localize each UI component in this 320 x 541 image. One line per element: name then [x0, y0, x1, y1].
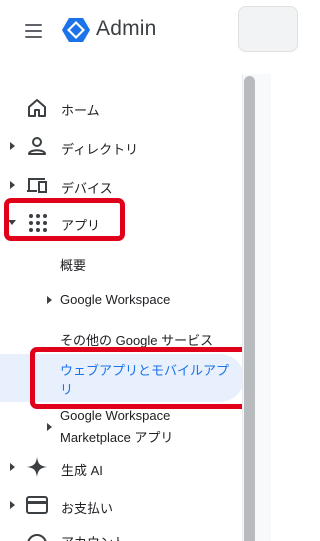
devices-icon — [27, 178, 47, 193]
scrollbar-thumb[interactable] — [244, 76, 255, 541]
sidebar-item-label: 生成 AI — [61, 463, 103, 478]
brand-title: Admin — [96, 17, 157, 40]
chevron-right-icon[interactable] — [45, 422, 55, 432]
sidebar-subitem-marketplace-apps[interactable]: Google Workspace Marketplace アプリ — [0, 407, 240, 447]
chevron-right-icon[interactable] — [45, 295, 55, 305]
sidebar-subitem-overview[interactable]: 概要 — [0, 250, 240, 276]
sidebar-item-label: ディレクトリ — [61, 142, 139, 157]
sidebar-item-label: お支払い — [61, 501, 114, 516]
google-admin-logo-icon — [62, 18, 90, 42]
sidebar-item-label-line2: Marketplace アプリ — [60, 430, 174, 445]
sidebar-item-label: Google Workspace — [60, 292, 171, 307]
sidebar-item-devices[interactable]: デバイス — [0, 170, 240, 200]
sidebar-item-label: アカウント — [61, 532, 126, 541]
account-circle-icon — [27, 534, 47, 541]
hamburger-menu-icon[interactable] — [22, 20, 46, 42]
sidebar-item-directory[interactable]: ディレクトリ — [0, 131, 240, 161]
sidebar-item-label: 概要 — [60, 258, 87, 273]
sidebar-item-billing[interactable]: お支払い — [0, 490, 240, 520]
sidebar-item-label: ホーム — [61, 103, 100, 118]
app-header: Admin — [0, 0, 298, 62]
sidebar-item-account[interactable]: アカウント — [0, 526, 240, 541]
sidebar-item-generative-ai[interactable]: 生成 AI — [0, 452, 240, 482]
sidebar-item-label: デバイス — [61, 181, 113, 196]
chevron-right-icon[interactable] — [8, 141, 18, 151]
highlight-box-apps — [4, 198, 125, 241]
sidebar-subitem-google-workspace[interactable]: Google Workspace — [0, 287, 240, 313]
credit-card-icon — [26, 496, 48, 514]
sidebar-scrollbar[interactable] — [241, 74, 271, 541]
search-bar-edge[interactable] — [238, 6, 298, 52]
highlight-box-web-mobile-apps — [30, 347, 251, 409]
chevron-right-icon[interactable] — [8, 462, 18, 472]
home-icon — [28, 99, 46, 117]
chevron-right-icon[interactable] — [8, 180, 18, 190]
sparkle-icon — [27, 457, 47, 477]
person-icon — [28, 137, 46, 155]
sidebar-item-home[interactable]: ホーム — [0, 92, 240, 122]
sidebar-item-label-line1: Google Workspace — [60, 408, 171, 423]
chevron-right-icon[interactable] — [8, 500, 18, 510]
